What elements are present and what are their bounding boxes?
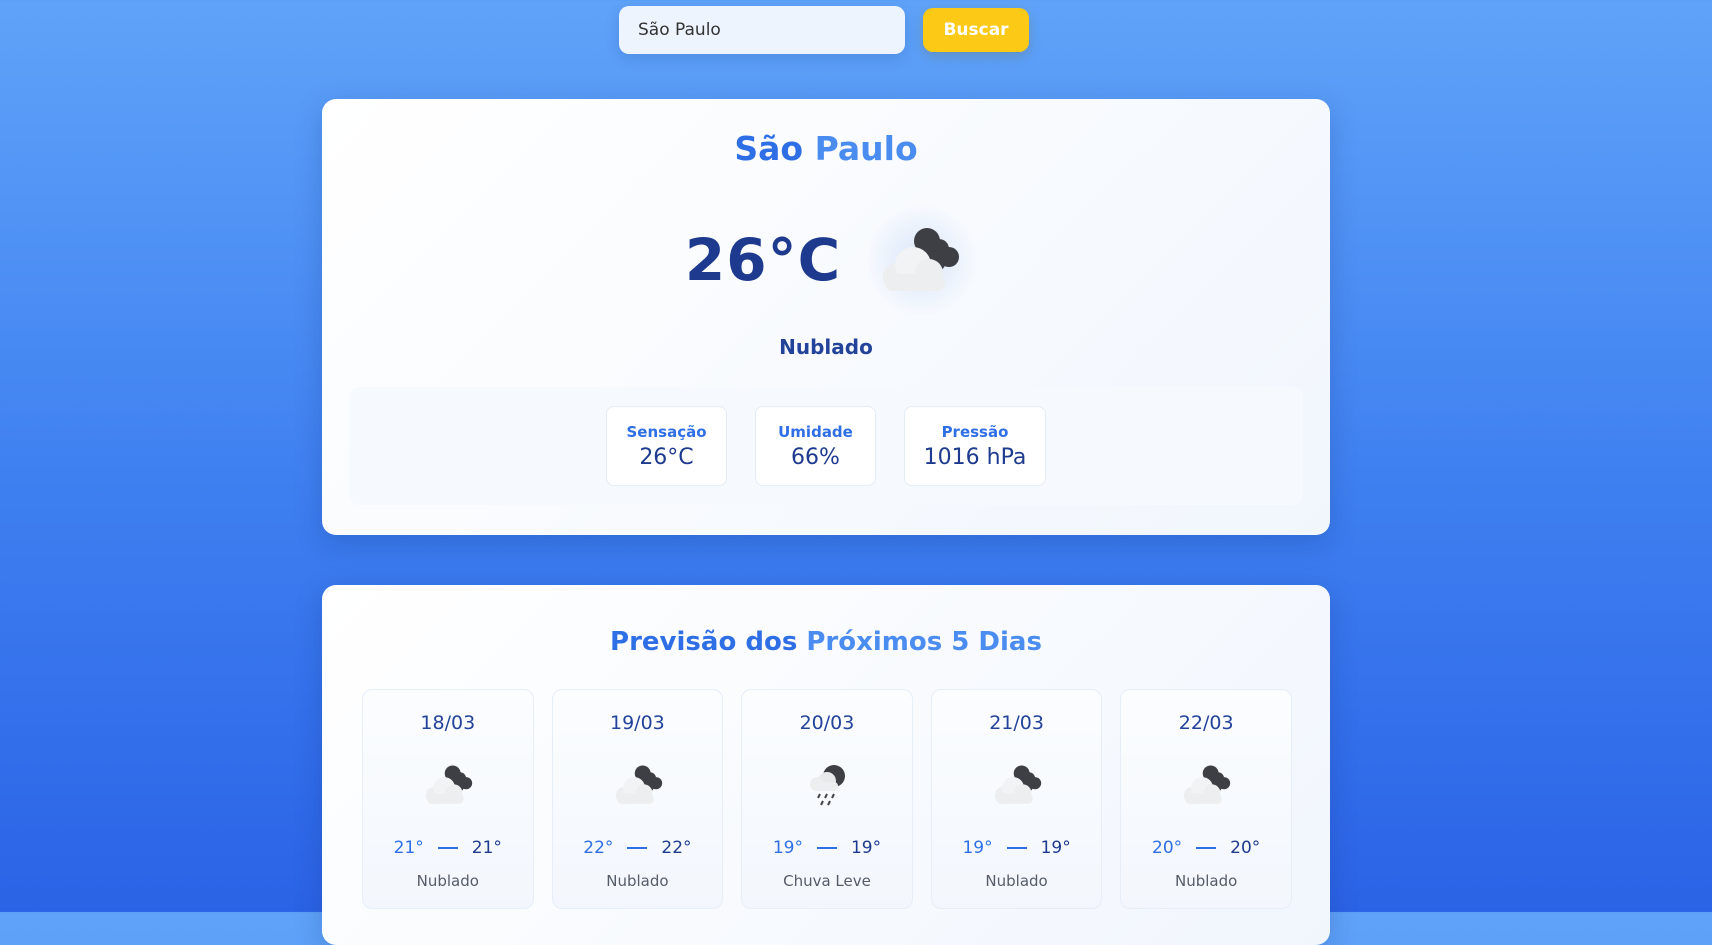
detail-feels-like: Sensação 26°C xyxy=(606,406,727,486)
cloudy-night-icon xyxy=(861,205,982,315)
temp-separator xyxy=(816,847,837,849)
forecast-desc: Nublado xyxy=(416,872,479,890)
forecast-title-second: Próximos 5 Dias xyxy=(806,627,1042,657)
forecast-temps: 22° 22° xyxy=(553,838,723,858)
detail-value: 1016 hPa xyxy=(923,444,1027,470)
forecast-min: 22° xyxy=(583,838,614,858)
city-name: São Paulo xyxy=(322,129,1330,168)
forecast-temps: 19° 19° xyxy=(742,838,912,858)
cloudy-night-icon xyxy=(419,760,479,810)
forecast-temps: 21° 21° xyxy=(363,838,533,858)
forecast-day-card: 18/03 21° 21° Nublado xyxy=(362,689,534,909)
forecast-max: 19° xyxy=(1040,838,1071,858)
cloudy-night-icon xyxy=(988,760,1048,810)
forecast-temps: 20° 20° xyxy=(1121,838,1291,858)
forecast-title: Previsão dos Próximos 5 Dias xyxy=(322,627,1330,657)
current-temperature: 26°C xyxy=(684,226,842,294)
forecast-temps: 19° 19° xyxy=(932,838,1102,858)
detail-value: 66% xyxy=(791,444,840,470)
search-button[interactable]: Buscar xyxy=(923,8,1029,52)
temp-separator xyxy=(437,847,458,849)
details-panel: Sensação 26°C Umidade 66% Pressão 1016 h… xyxy=(349,387,1303,505)
temperature-row: 26°C xyxy=(322,205,1330,315)
forecast-day-card: 22/03 20° 20° Nublado xyxy=(1120,689,1292,909)
forecast-day-card: 21/03 19° 19° Nublado xyxy=(930,689,1103,909)
temp-separator xyxy=(627,847,648,849)
search-bar: Buscar xyxy=(619,6,1029,54)
forecast-card: Previsão dos Próximos 5 Dias 18/03 21° 2… xyxy=(322,585,1330,945)
city-name-first: São xyxy=(734,129,804,168)
search-input[interactable] xyxy=(619,6,905,54)
forecast-max: 20° xyxy=(1230,838,1261,858)
forecast-day-card: 20/03 19° 19° Chuva Leve xyxy=(741,689,913,909)
forecast-date: 19/03 xyxy=(610,712,665,734)
forecast-date: 20/03 xyxy=(799,712,855,734)
detail-humidity: Umidade 66% xyxy=(755,406,876,486)
detail-value: 26°C xyxy=(639,444,694,470)
forecast-desc: Nublado xyxy=(985,872,1048,890)
forecast-desc: Chuva Leve xyxy=(783,872,871,890)
forecast-row: 18/03 21° 21° Nublado 19/03 22° 22° Nubl… xyxy=(362,689,1292,909)
detail-label: Sensação xyxy=(626,422,707,441)
forecast-min: 21° xyxy=(393,838,424,858)
temp-separator xyxy=(1006,847,1027,849)
forecast-max: 22° xyxy=(661,838,692,858)
cloudy-night-icon xyxy=(609,760,669,810)
cloudy-night-icon xyxy=(1177,760,1237,810)
detail-label: Pressão xyxy=(941,422,1009,441)
forecast-date: 21/03 xyxy=(989,712,1044,734)
current-condition: Nublado xyxy=(779,335,873,359)
city-name-second: Paulo xyxy=(814,129,918,168)
forecast-max: 21° xyxy=(471,838,502,858)
forecast-date: 22/03 xyxy=(1178,712,1234,734)
forecast-max: 19° xyxy=(850,838,882,858)
forecast-title-first: Previsão dos xyxy=(610,627,798,657)
current-weather-card: São Paulo 26°C Nublado Sensação 26°C Umi… xyxy=(322,99,1330,535)
detail-pressure: Pressão 1016 hPa xyxy=(904,406,1046,486)
forecast-desc: Nublado xyxy=(606,872,669,890)
forecast-min: 19° xyxy=(772,838,803,858)
forecast-min: 20° xyxy=(1152,838,1183,858)
forecast-desc: Nublado xyxy=(1175,872,1238,890)
light-rain-icon xyxy=(798,760,858,810)
forecast-day-card: 19/03 22° 22° Nublado xyxy=(551,689,724,909)
temp-separator xyxy=(1196,847,1217,849)
forecast-date: 18/03 xyxy=(420,712,476,734)
detail-label: Umidade xyxy=(778,422,853,441)
forecast-min: 19° xyxy=(962,838,993,858)
